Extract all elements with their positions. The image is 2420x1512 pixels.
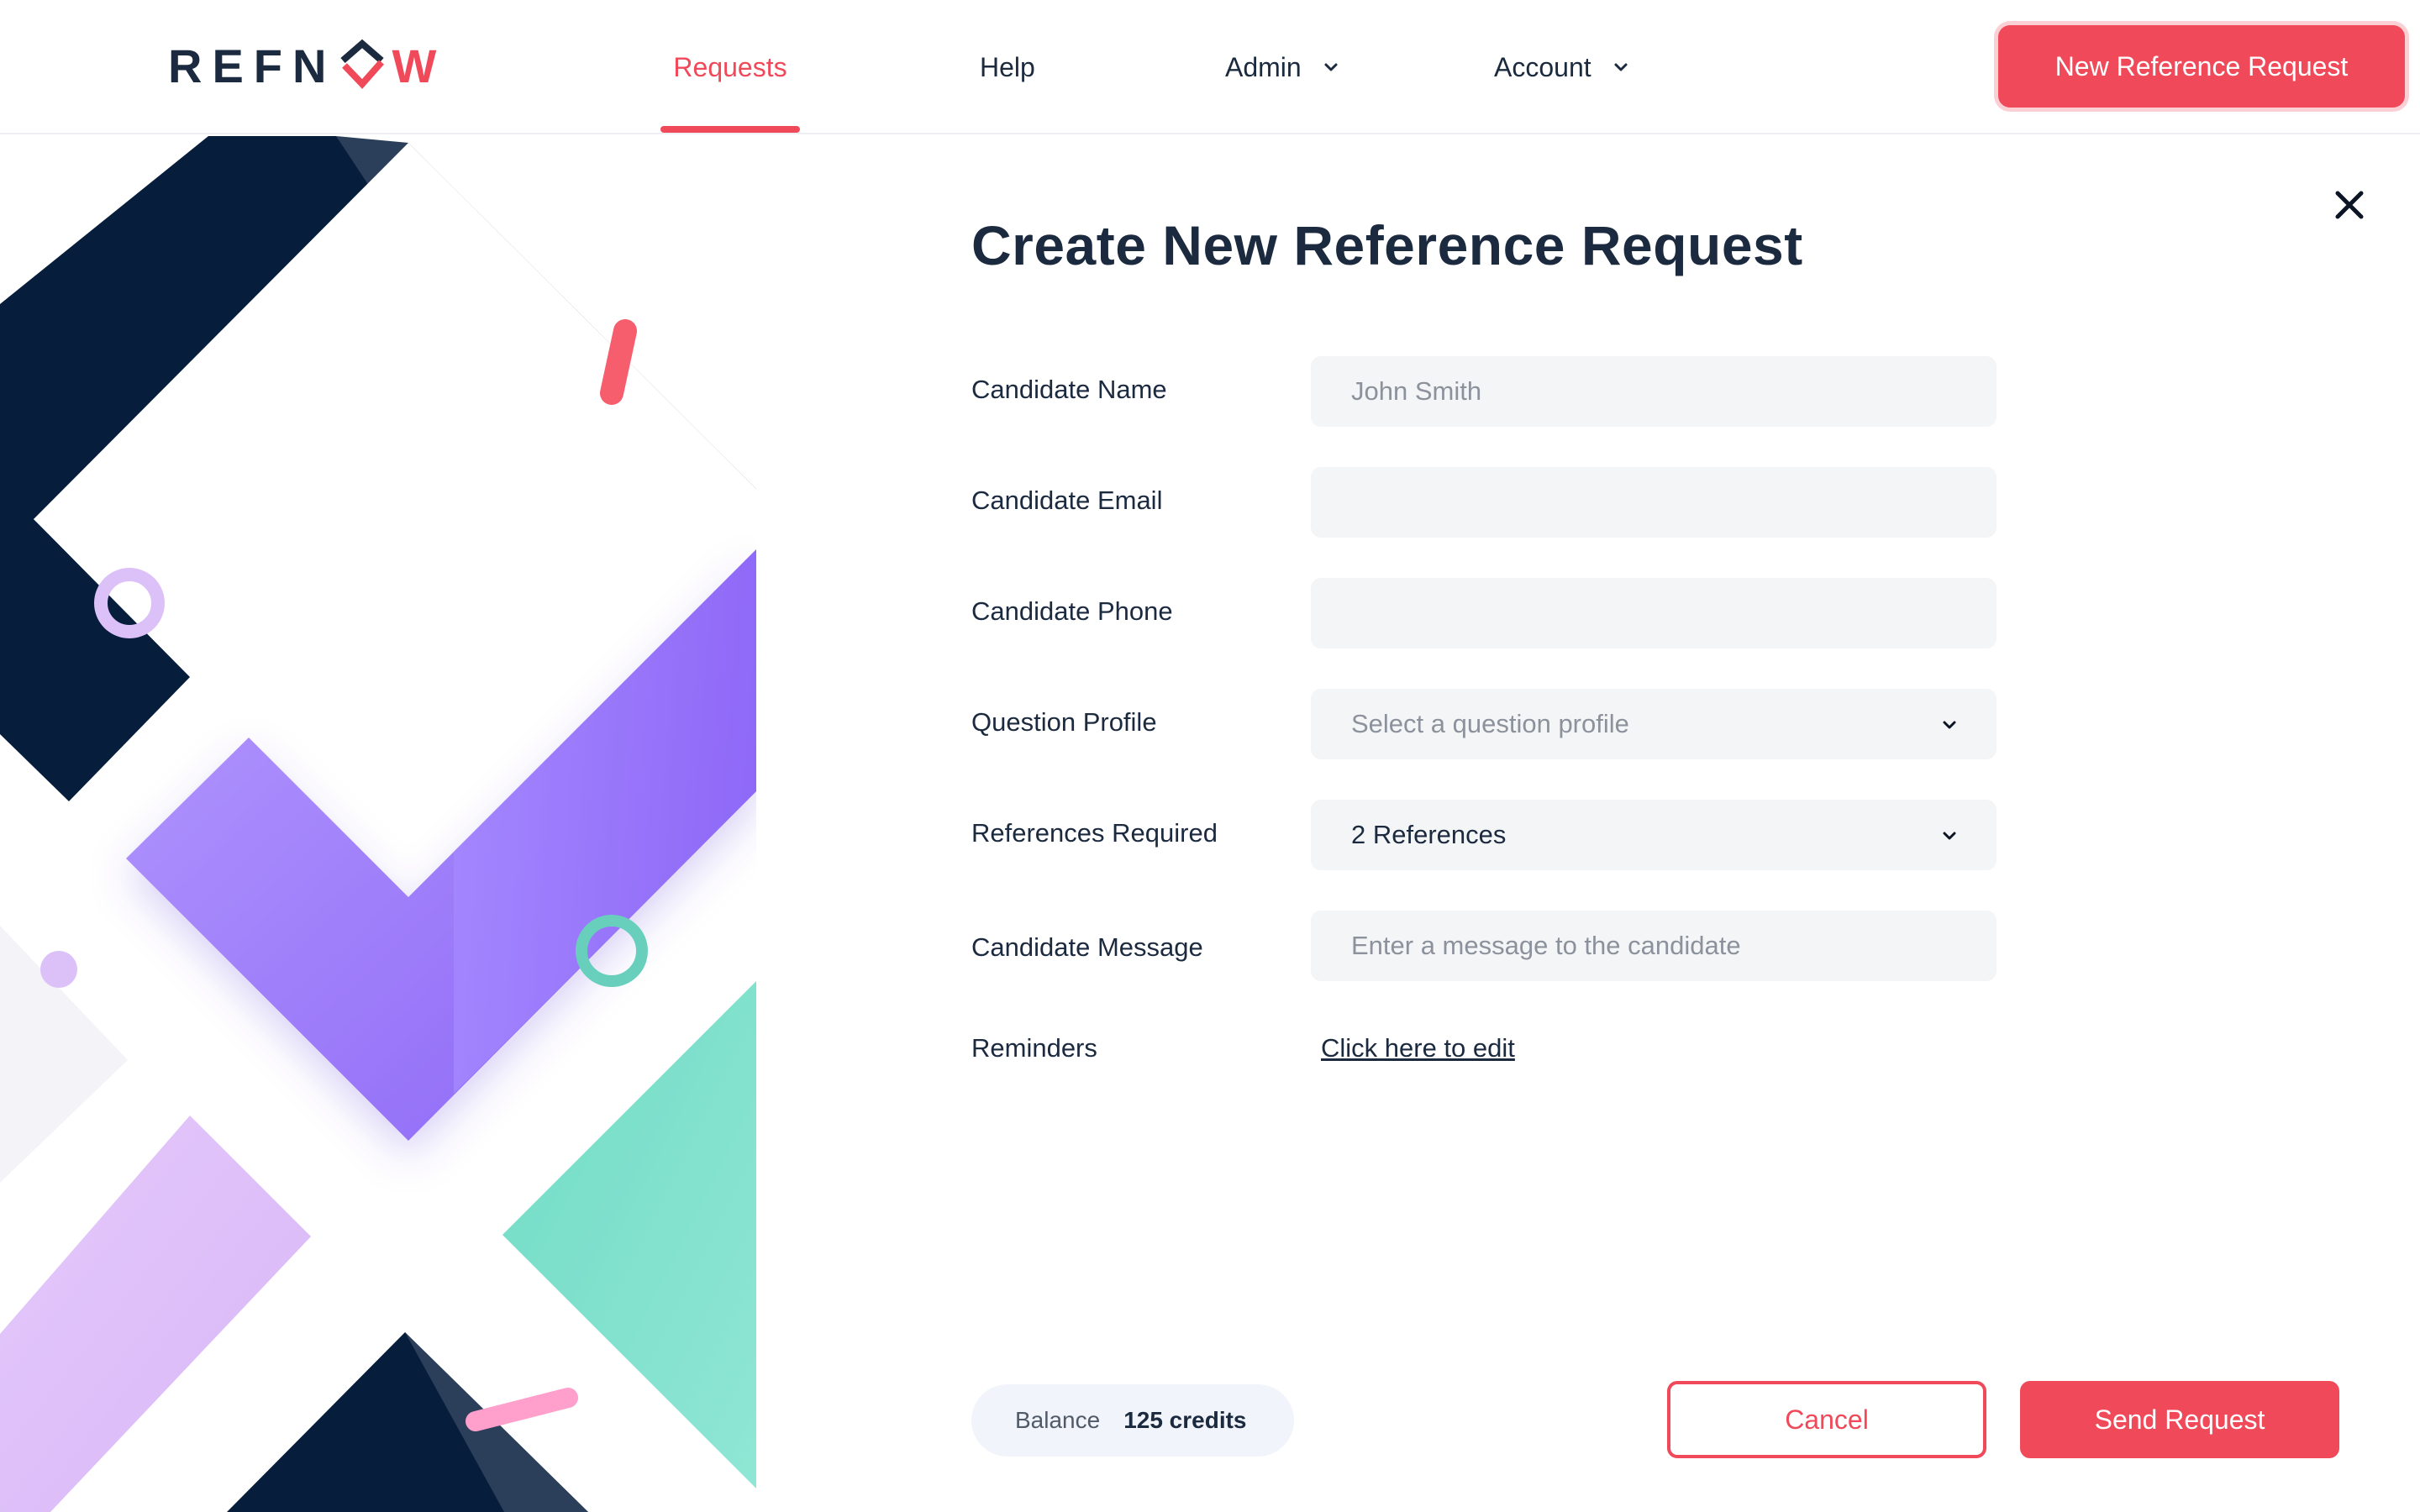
chevron-down-icon [1943,832,1956,840]
chevron-down-icon [1943,721,1956,729]
new-reference-request-button[interactable]: New Reference Request [1998,25,2405,108]
chevron-down-icon [1614,63,1628,71]
nav-account-label: Account [1494,51,1591,82]
close-button[interactable] [2333,188,2366,222]
nav-help[interactable]: Help [980,0,1035,134]
candidate-phone-label: Candidate Phone [971,596,1173,626]
top-navigation-bar: REFN W Requests Help Admin Account New R… [0,0,2420,134]
nav-admin[interactable]: Admin [1225,0,1340,134]
check-diamond-icon [338,39,387,92]
balance-value: 125 credits [1123,1407,1247,1433]
refnow-logo[interactable]: REFN W [168,39,446,92]
nav-admin-label: Admin [1225,51,1302,82]
candidate-phone-input[interactable] [1311,578,1996,648]
candidate-email-label: Candidate Email [971,486,1163,515]
cancel-button[interactable]: Cancel [1667,1381,1986,1458]
send-request-button[interactable]: Send Request [2020,1381,2339,1458]
reminders-label: Reminders [971,1033,1097,1063]
logo-text-suffix: W [392,39,447,92]
candidate-email-input[interactable] [1311,467,1996,538]
candidate-message-input[interactable] [1311,911,1996,981]
chevron-down-icon [1324,63,1338,71]
references-required-label: References Required [971,818,1218,848]
page-title: Create New Reference Request [971,214,1803,276]
question-profile-label: Question Profile [971,707,1157,737]
question-profile-select[interactable]: Select a question profile [1311,689,1996,759]
credit-balance-badge: Balance 125 credits [971,1384,1294,1457]
candidate-name-input[interactable] [1311,356,1996,427]
question-profile-value: Select a question profile [1351,709,1629,738]
nav-requests[interactable]: Requests [660,0,800,134]
edit-reminders-link[interactable]: Click here to edit [1321,1033,1515,1063]
references-required-value: 2 References [1351,820,1507,849]
references-required-select[interactable]: 2 References [1311,800,1996,870]
nav-active-indicator [660,126,800,133]
nav-account[interactable]: Account [1494,0,1630,134]
decorative-illustration [0,136,756,1512]
candidate-message-label: Candidate Message [971,932,1203,962]
candidate-name-label: Candidate Name [971,375,1167,404]
logo-text-prefix: REFN [168,39,337,92]
close-icon [2335,191,2364,219]
balance-label: Balance [1015,1407,1101,1433]
